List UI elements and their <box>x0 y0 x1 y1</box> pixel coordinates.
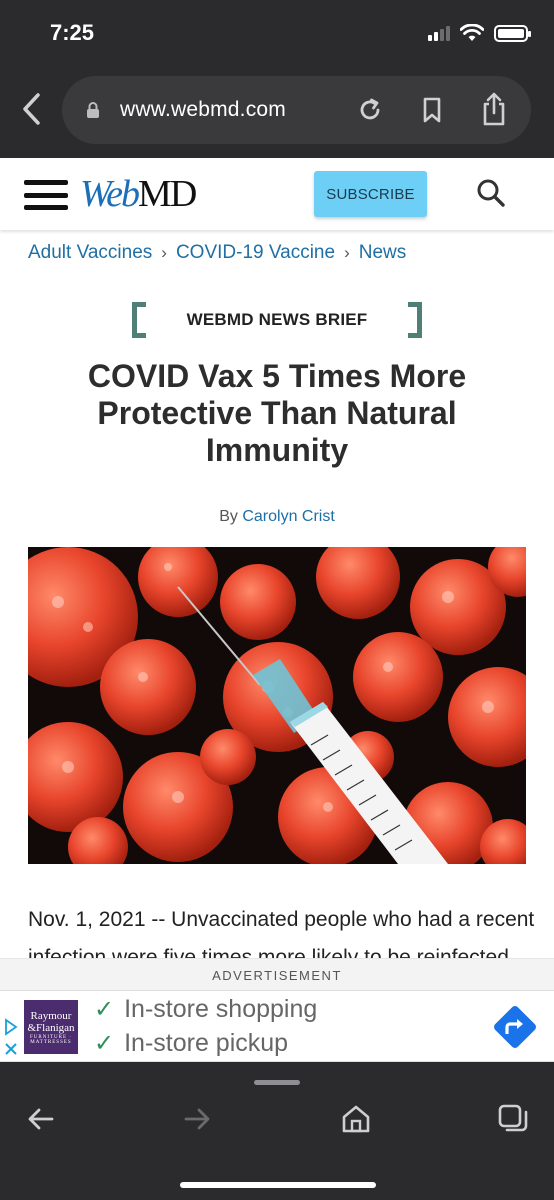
breadcrumb-item-news[interactable]: News <box>359 242 407 264</box>
sheet-grabber[interactable] <box>254 1080 300 1085</box>
byline: By Carolyn Crist <box>0 508 554 526</box>
address-bar[interactable]: www.webmd.com <box>62 76 531 144</box>
share-icon[interactable] <box>480 92 508 126</box>
advertisement-label: ADVERTISEMENT <box>212 968 342 983</box>
wifi-icon <box>460 24 484 41</box>
article-headline: COVID Vax 5 Times More Protective Than N… <box>87 358 467 468</box>
home-icon[interactable] <box>339 1102 373 1136</box>
breadcrumb-item-covid-vaccine[interactable]: COVID-19 Vaccine <box>176 242 335 264</box>
bookmark-icon[interactable] <box>418 96 446 124</box>
article-body-line-2: infection were five times more likely to… <box>28 946 509 958</box>
byline-prefix: By <box>219 508 238 525</box>
hamburger-icon[interactable] <box>24 180 68 210</box>
status-icons <box>428 24 531 42</box>
virus-syringe-illustration <box>28 547 526 864</box>
advertisement-label-bar: ADVERTISEMENT <box>0 958 554 990</box>
adchoices-icon[interactable] <box>3 1017 19 1057</box>
tabs-icon[interactable] <box>496 1102 530 1136</box>
site-header: WebMD SUBSCRIBE <box>0 158 554 230</box>
web-page: WebMD SUBSCRIBE Adult Vaccines › COVID-1… <box>0 158 554 958</box>
news-brief-kicker: WEBMD NEWS BRIEF <box>132 302 422 342</box>
back-arrow-icon[interactable] <box>24 1102 58 1136</box>
ad-feature-shopping: ✓ In-store shopping <box>94 995 318 1023</box>
article-body-line-1: Nov. 1, 2021 -- Unvaccinated people who … <box>28 908 535 931</box>
article-body: Nov. 1, 2021 -- Unvaccinated people who … <box>28 901 554 958</box>
chevron-right-icon: › <box>161 243 167 262</box>
subscribe-button[interactable]: SUBSCRIBE <box>314 171 427 217</box>
directions-icon[interactable] <box>490 1002 540 1052</box>
status-time: 7:25 <box>50 20 95 45</box>
breadcrumb: Adult Vaccines › COVID-19 Vaccine › News <box>28 242 406 264</box>
ad-feature-pickup: ✓ In-store pickup <box>94 1029 289 1057</box>
author-link[interactable]: Carolyn Crist <box>242 508 334 525</box>
chevron-right-icon: › <box>344 243 350 262</box>
checkmark-icon: ✓ <box>94 996 115 1023</box>
url-text[interactable]: www.webmd.com <box>120 98 286 122</box>
home-indicator <box>180 1182 376 1188</box>
ad-banner[interactable]: Raymour &Flanigan FURNITURE · MATTRESSES… <box>0 990 554 1062</box>
status-bar: 7:25 <box>0 0 554 70</box>
webmd-logo[interactable]: WebMD <box>80 172 197 216</box>
bracket-right-decoration <box>408 302 422 338</box>
forward-arrow-icon[interactable] <box>180 1102 214 1136</box>
chevron-left-icon[interactable] <box>18 92 46 126</box>
reload-icon[interactable] <box>356 96 384 124</box>
search-icon[interactable] <box>476 178 506 208</box>
checkmark-icon: ✓ <box>94 1030 115 1057</box>
breadcrumb-item-adult-vaccines[interactable]: Adult Vaccines <box>28 242 152 264</box>
battery-icon <box>494 24 531 42</box>
lock-icon <box>87 102 99 118</box>
kicker-label: WEBMD NEWS BRIEF <box>186 310 368 329</box>
cellular-signal-icon <box>428 25 450 41</box>
browser-toolbar <box>0 1072 554 1200</box>
advertiser-logo[interactable]: Raymour &Flanigan FURNITURE · MATTRESSES <box>24 1000 78 1054</box>
browser-url-area: www.webmd.com <box>0 70 554 158</box>
hero-image <box>28 547 526 864</box>
